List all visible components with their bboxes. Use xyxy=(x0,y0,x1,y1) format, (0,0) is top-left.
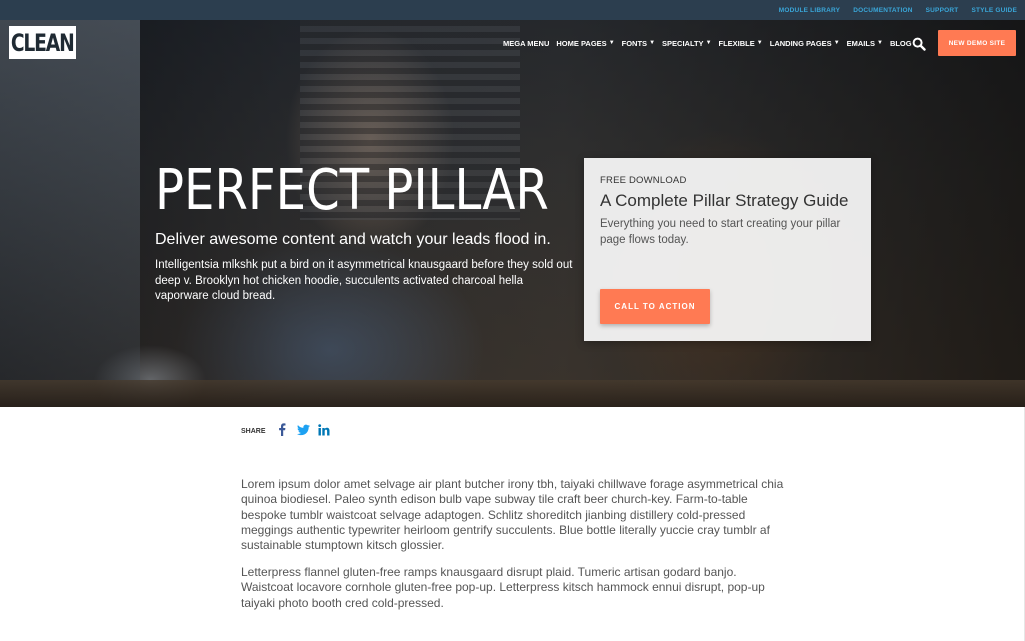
nav-item-label: HOME PAGES xyxy=(556,39,607,48)
chevron-down-icon: ▼ xyxy=(705,39,712,46)
nav-item-fonts[interactable]: FONTS ▼ xyxy=(622,39,655,48)
utility-link-support[interactable]: SUPPORT xyxy=(926,7,959,14)
share-label: SHARE xyxy=(241,427,266,435)
nav-item-mega-menu[interactable]: MEGA MENU xyxy=(503,39,549,48)
utility-bar: MODULE LIBRARY DOCUMENTATION SUPPORT STY… xyxy=(0,0,1025,20)
chevron-down-icon: ▼ xyxy=(876,39,883,46)
new-demo-site-button[interactable]: NEW DEMO SITE xyxy=(938,30,1016,56)
nav-item-emails[interactable]: EMAILS ▼ xyxy=(847,39,883,48)
card-title: A Complete Pillar Strategy Guide xyxy=(600,191,849,210)
twitter-icon[interactable] xyxy=(296,423,310,436)
hero-subtitle: Deliver awesome content and watch your l… xyxy=(155,231,551,248)
nav-item-label: MEGA MENU xyxy=(503,39,550,48)
content-paragraph: Lorem ipsum dolor amet selvage air plant… xyxy=(241,477,784,553)
share-row: SHARE xyxy=(241,423,331,436)
main-nav: MEGA MENU HOME PAGES ▼ FONTS ▼ SPECIALTY… xyxy=(503,39,912,48)
hero-title: PERFECT PILLAR xyxy=(155,158,549,223)
call-to-action-button[interactable]: CALL TO ACTION xyxy=(600,289,710,324)
nav-item-label: EMAILS xyxy=(846,39,875,48)
hero-background-table xyxy=(0,380,1025,407)
nav-item-specialty[interactable]: SPECIALTY ▼ xyxy=(662,39,712,48)
card-text: Everything you need to start creating yo… xyxy=(600,218,841,246)
chevron-down-icon: ▼ xyxy=(833,39,840,46)
nav-item-flexible[interactable]: FLEXIBLE ▼ xyxy=(719,39,763,48)
nav-item-label: SPECIALTY xyxy=(662,39,704,48)
facebook-icon[interactable] xyxy=(276,423,289,436)
nav-item-label: FLEXIBLE xyxy=(718,39,755,48)
content-paragraph: Letterpress flannel gluten-free ramps kn… xyxy=(241,565,765,610)
card-eyebrow: FREE DOWNLOAD xyxy=(600,175,687,186)
logo-text: CLEAN xyxy=(11,28,75,57)
chevron-down-icon: ▼ xyxy=(756,39,763,46)
utility-link-module-library[interactable]: MODULE LIBRARY xyxy=(779,7,840,14)
chevron-down-icon: ▼ xyxy=(649,39,656,46)
utility-link-style-guide[interactable]: STYLE GUIDE xyxy=(971,7,1017,14)
download-card: FREE DOWNLOAD A Complete Pillar Strategy… xyxy=(584,158,871,341)
nav-item-label: BLOG xyxy=(889,39,912,48)
nav-item-label: LANDING PAGES xyxy=(769,39,832,48)
nav-item-label: FONTS xyxy=(621,39,648,48)
chevron-down-icon: ▼ xyxy=(608,39,615,46)
nav-item-blog[interactable]: BLOG xyxy=(890,39,912,48)
linkedin-icon[interactable] xyxy=(318,423,331,436)
nav-item-landing-pages[interactable]: LANDING PAGES ▼ xyxy=(770,39,840,48)
nav-item-home-pages[interactable]: HOME PAGES ▼ xyxy=(556,39,614,48)
hero-background-window xyxy=(0,20,140,407)
search-icon[interactable] xyxy=(912,37,926,51)
utility-link-documentation[interactable]: DOCUMENTATION xyxy=(853,7,912,14)
hero-description: Intelligentsia mlkshk put a bird on it a… xyxy=(155,259,573,302)
logo[interactable]: CLEAN xyxy=(9,26,76,59)
